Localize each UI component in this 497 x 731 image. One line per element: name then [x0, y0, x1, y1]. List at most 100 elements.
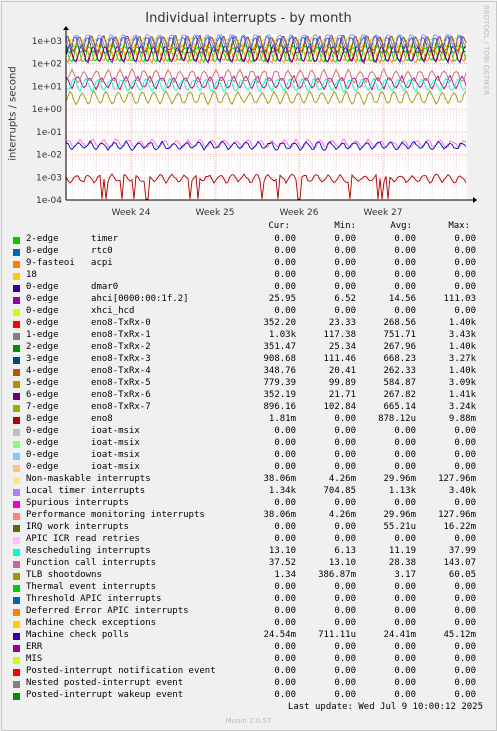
legend-row: Posted-interrupt wakeup event 0.00 0.00 0.0… [0, 690, 497, 702]
legend-cur-value: 0.00 [274, 618, 296, 628]
legend-cur-value: 896.16 [263, 402, 296, 412]
legend-row: Performance monitoring interrupts 38.06m 4… [0, 510, 497, 522]
legend-row: Local timer interrupts 1.34k 704.85 1.13k 3.… [0, 486, 497, 498]
legend-avg-value: 0.00 [394, 582, 416, 592]
legend-avg-value: 0.00 [394, 666, 416, 676]
legend-min-value: 0.00 [334, 594, 356, 604]
legend-series-name: Nested posted-interrupt event [26, 678, 184, 688]
legend-row: 4-edge eno8-TxRx-4 348.76 20.41 262.33 1.40k [0, 366, 497, 378]
legend-max-value: 1.40k [448, 342, 476, 352]
legend-avg-value: 0.00 [394, 246, 416, 256]
legend-series-name: 1-edge eno8-TxRx-1 [26, 330, 151, 340]
legend-series-name: MIS [26, 654, 43, 664]
legend-avg-value: 11.19 [388, 546, 416, 556]
legend-max-value: 0.00 [454, 306, 476, 316]
legend-cur-value: 0.00 [274, 246, 296, 256]
legend-row: 9-fasteoi acpi 0.00 0.00 0.00 0.00 [0, 258, 497, 270]
legend-cur-value: 0.00 [274, 522, 296, 532]
legend-cur-value: 0.00 [274, 438, 296, 448]
legend-cur-value: 0.00 [274, 534, 296, 544]
legend-min-value: 0.00 [334, 690, 356, 700]
legend-avg-value: 665.14 [383, 402, 416, 412]
legend-max-value: 0.00 [454, 270, 476, 280]
legend-swatch [13, 249, 20, 256]
legend-row: 2-edge eno8-TxRx-2 351.47 25.34 267.96 1.40k [0, 342, 497, 354]
legend-max-value: 0.00 [454, 258, 476, 268]
legend-row: 0-edge ioat-msix 0.00 0.00 0.00 0.00 [0, 438, 497, 450]
legend-row: 1-edge eno8-TxRx-1 1.03k 117.38 751.71 3.43k [0, 330, 497, 342]
legend-header-cur: Cur: [268, 221, 290, 231]
legend-min-value: 99.89 [328, 378, 356, 388]
legend-row: 0-edge ioat-msix 0.00 0.00 0.00 0.00 [0, 450, 497, 462]
legend-max-value: 127.96m [438, 474, 476, 484]
legend-swatch [13, 525, 20, 532]
legend-min-value: 0.00 [334, 270, 356, 280]
legend-series-name: TLB shootdowns [26, 570, 102, 580]
legend-row: 0-edge ahci[0000:00:1f.2] 25.95 6.52 14.56 1… [0, 294, 497, 306]
legend-swatch [13, 681, 20, 688]
legend-avg-value: 0.00 [394, 654, 416, 664]
chart-plot: 1e+03 1e+02 1e+01 1e+00 1e-01 1e-02 1e-03 1e-04… [32, 26, 477, 215]
legend-cur-value: 0.00 [274, 282, 296, 292]
legend-cur-value: 779.39 [263, 378, 296, 388]
legend-max-value: 3.43k [448, 330, 476, 340]
legend-swatch [13, 261, 20, 268]
legend-min-value: 704.85 [323, 486, 356, 496]
legend-max-value: 0.00 [454, 426, 476, 436]
legend-series-name: 7-edge eno8-TxRx-7 [26, 402, 151, 412]
legend-avg-value: 584.87 [383, 378, 416, 388]
legend-swatch [13, 453, 20, 460]
legend-swatch [13, 309, 20, 316]
legend-swatch [13, 657, 20, 664]
legend-series-name: Thermal event interrupts [26, 582, 157, 592]
legend-min-value: 0.00 [334, 534, 356, 544]
legend-min-value: 0.00 [334, 414, 356, 424]
legend-swatch [13, 381, 20, 388]
legend-min-value: 0.00 [334, 258, 356, 268]
legend-avg-value: 0.00 [394, 258, 416, 268]
legend-avg-value: 267.96 [383, 342, 416, 352]
legend-swatch [13, 237, 20, 244]
x-tick-label: Week 24 [112, 208, 151, 215]
legend-swatch [13, 561, 20, 568]
legend-series-name: 0-edge ioat-msix [26, 450, 140, 460]
legend-avg-value: 0.00 [394, 306, 416, 316]
legend-row: 5-edge eno8-TxRx-5 779.39 99.89 584.87 3.09k [0, 378, 497, 390]
legend-avg-value: 28.38 [388, 558, 416, 568]
y-tick-label: 1e-03 [36, 173, 62, 183]
legend-series-name: 2-edge eno8-TxRx-2 [26, 342, 151, 352]
legend-avg-value: 878.12u [378, 414, 416, 424]
legend-series-name: 9-fasteoi acpi [26, 258, 113, 268]
legend-swatch [13, 429, 20, 436]
legend-series-name: 0-edge ioat-msix [26, 426, 140, 436]
legend-max-value: 0.00 [454, 462, 476, 472]
y-tick-label: 1e+03 [32, 37, 62, 47]
legend-series-name: Local timer interrupts [26, 486, 146, 496]
legend-cur-value: 0.00 [274, 306, 296, 316]
legend-min-value: 0.00 [334, 618, 356, 628]
legend-cur-value: 1.03k [268, 330, 296, 340]
legend-cur-value: 0.00 [274, 678, 296, 688]
legend-swatch [13, 609, 20, 616]
legend-swatch [13, 345, 20, 352]
legend-swatch [13, 513, 20, 520]
legend-min-value: 0.00 [334, 306, 356, 316]
legend-max-value: 16.22m [443, 522, 476, 532]
x-tick-label: Week 26 [280, 208, 319, 215]
legend-min-value: 4.26m [328, 510, 356, 520]
last-update: Last update: Wed Jul 9 10:00:12 2025 [287, 702, 483, 712]
legend-row: ERR 0.00 0.00 0.00 0.00 [0, 642, 497, 654]
legend-series-name: 18 [26, 270, 37, 280]
legend-max-value: 143.07 [443, 558, 476, 568]
legend-max-value: 9.88m [448, 414, 476, 424]
legend-cur-value: 0.00 [274, 594, 296, 604]
legend-max-value: 3.24k [448, 402, 476, 412]
legend-max-value: 0.00 [454, 654, 476, 664]
y-tick-label: 1e+00 [32, 105, 63, 115]
legend-cur-value: 352.20 [263, 318, 296, 328]
legend-series-name: Deferred Error APIC interrupts [26, 606, 189, 616]
legend-cur-value: 0.00 [274, 258, 296, 268]
legend-avg-value: 24.41m [383, 630, 416, 640]
legend-cur-value: 0.00 [274, 234, 296, 244]
legend-header-min: Min: [334, 221, 356, 231]
